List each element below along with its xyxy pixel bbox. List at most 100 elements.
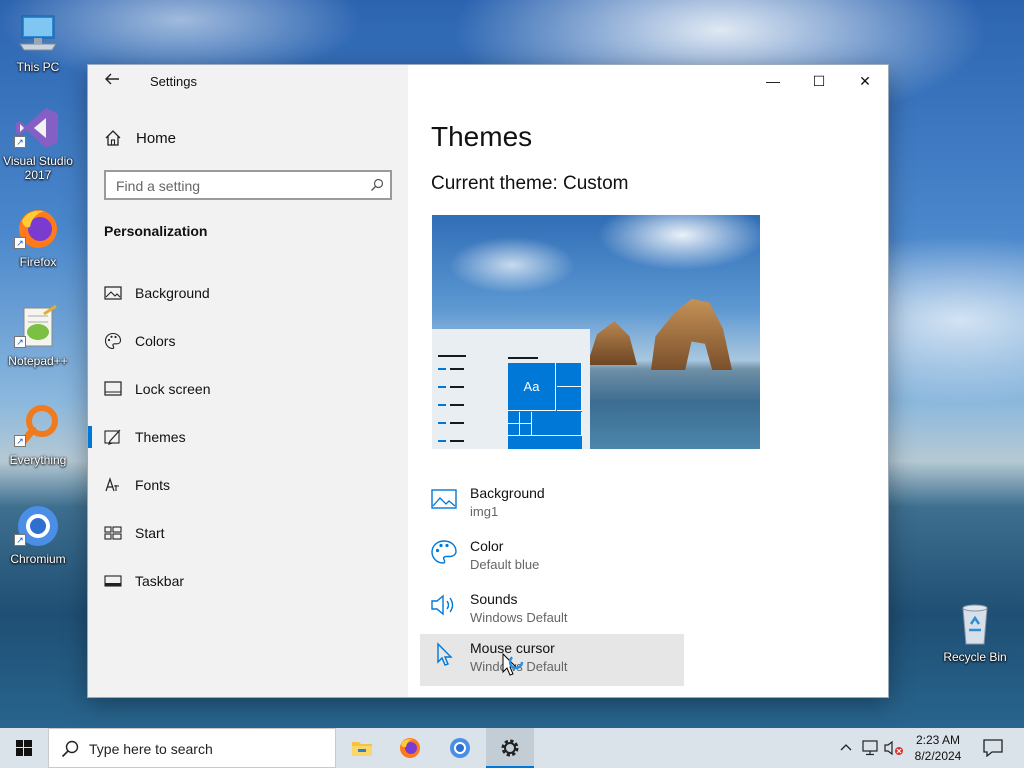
desktop-icon-chromium[interactable]: ↗ Chromium (0, 502, 76, 566)
option-value: img1 (470, 504, 499, 519)
sidebar-item-taskbar[interactable]: Taskbar (88, 557, 408, 605)
taskbar-search-placeholder: Type here to search (89, 741, 213, 757)
option-title: Sounds (470, 591, 518, 607)
mouse-pointer-busy-icon (502, 653, 524, 676)
notification-icon (983, 739, 1003, 757)
search-placeholder: Find a setting (116, 178, 201, 194)
sidebar-item-fonts[interactable]: Fonts (88, 461, 408, 509)
network-icon (862, 740, 878, 756)
file-explorer-icon (352, 742, 372, 756)
main-pane: — ☐ ✕ Themes Current theme: Custom Aa Ba… (408, 65, 888, 697)
desktop-icon-label: Firefox (19, 255, 57, 269)
desktop-icon-firefox[interactable]: ↗ Firefox (0, 205, 76, 269)
current-theme-heading: Current theme: Custom (431, 173, 629, 194)
sidebar-item-lock-screen[interactable]: Lock screen (88, 365, 408, 413)
option-title: Background (470, 485, 545, 501)
sidebar-item-themes[interactable]: Themes (88, 413, 408, 461)
option-value: Windows Default (470, 610, 568, 625)
sidebar-home[interactable]: Home (104, 129, 176, 147)
sidebar-item-label: Fonts (135, 477, 171, 493)
sidebar-item-colors[interactable]: Colors (88, 317, 408, 365)
brush-icon (104, 429, 121, 445)
home-label: Home (136, 129, 177, 147)
theme-option-color[interactable]: Color Default blue (420, 532, 684, 584)
taskbar-search-box[interactable]: Type here to search (48, 728, 336, 768)
desktop-icon-label: Visual Studio 2017 (3, 154, 73, 182)
shortcut-arrow-icon: ↗ (14, 534, 26, 546)
taskbar-file-explorer[interactable] (338, 728, 386, 768)
window-title: Settings (150, 74, 197, 89)
preview-window-mock: Aa (432, 329, 590, 449)
lock-screen-icon (104, 381, 122, 396)
clock-time: 2:23 AM (915, 733, 961, 747)
picture-icon (431, 489, 457, 509)
palette-icon (104, 332, 122, 350)
recycle-bin-icon (962, 604, 988, 645)
desktop-icon-label: Everything (9, 453, 67, 467)
desktop-icon-label: Chromium (10, 552, 66, 566)
desktop-icon-everything[interactable]: ↗ Everything (0, 403, 76, 467)
option-value: Default blue (470, 557, 540, 572)
tray-show-hidden[interactable] (836, 728, 856, 768)
search-icon (61, 740, 79, 758)
sidebar-item-start[interactable]: Start (88, 509, 408, 557)
theme-option-sounds[interactable]: Sounds Windows Default (420, 585, 684, 637)
taskbar-settings[interactable] (486, 728, 534, 768)
sidebar: Settings Home Find a setting Personaliza… (88, 65, 408, 697)
sidebar-item-label: Colors (135, 333, 176, 349)
sidebar-item-label: Lock screen (135, 381, 211, 397)
option-title: Color (470, 538, 504, 554)
taskbar: Type here to search 2:23 AM 8/2/2024 (0, 728, 1024, 768)
chromium-icon (450, 738, 470, 758)
preview-tiles: Aa (508, 363, 582, 449)
picture-icon (104, 286, 122, 300)
start-icon (104, 526, 122, 540)
palette-icon (431, 540, 457, 564)
chevron-up-icon (840, 744, 852, 751)
preview-start-header (508, 357, 538, 359)
shortcut-arrow-icon: ↗ (14, 336, 26, 348)
preview-tile-text: Aa (508, 363, 556, 411)
sidebar-item-label: Taskbar (135, 573, 185, 589)
shortcut-arrow-icon: ↗ (14, 237, 26, 249)
desktop-icon-recycle-bin[interactable]: Recycle Bin (937, 600, 1013, 664)
desktop-icon-label: Recycle Bin (943, 650, 1007, 664)
desktop-icon-this-pc[interactable]: This PC (0, 10, 76, 74)
close-button[interactable]: ✕ (842, 65, 888, 97)
sidebar-item-background[interactable]: Background (88, 269, 408, 317)
preview-start-list (438, 355, 468, 449)
tray-network[interactable] (860, 728, 882, 768)
taskbar-clock[interactable]: 2:23 AM 8/2/2024 (904, 732, 972, 764)
start-button[interactable] (0, 728, 48, 768)
find-setting-input[interactable]: Find a setting (104, 170, 392, 200)
theme-option-mouse-cursor[interactable]: Mouse cursor Windows Default (420, 634, 684, 686)
search-icon (371, 178, 384, 191)
sidebar-nav: Background Colors Lock screen Themes Fon… (88, 269, 408, 605)
cursor-icon (437, 642, 453, 666)
home-icon (105, 130, 121, 146)
taskbar-chromium[interactable] (436, 728, 484, 768)
back-arrow-icon (105, 73, 119, 85)
sidebar-item-label: Start (135, 525, 165, 541)
maximize-button[interactable]: ☐ (796, 65, 842, 97)
desktop-icon-notepad-plus-plus[interactable]: ↗ Notepad++ (0, 304, 76, 368)
taskbar-firefox[interactable] (386, 728, 434, 768)
clock-date: 8/2/2024 (914, 749, 962, 763)
action-center-button[interactable] (978, 728, 1008, 768)
sidebar-item-label: Background (135, 285, 210, 301)
computer-icon (19, 15, 57, 51)
page-title: Themes (431, 121, 533, 152)
theme-option-background[interactable]: Background img1 (420, 479, 684, 531)
tray-volume[interactable] (882, 728, 904, 768)
fonts-icon (105, 477, 119, 492)
sidebar-item-label: Themes (135, 429, 186, 445)
taskbar-icon (104, 575, 122, 587)
back-button[interactable] (102, 71, 122, 91)
desktop-icon-visual-studio[interactable]: ↗ Visual Studio 2017 (0, 104, 76, 182)
desktop-icon-label: Notepad++ (8, 354, 68, 368)
speaker-icon (431, 594, 454, 616)
settings-window: Settings Home Find a setting Personaliza… (88, 65, 888, 697)
minimize-button[interactable]: — (750, 65, 796, 97)
windows-logo-icon (16, 740, 32, 756)
shortcut-arrow-icon: ↗ (14, 435, 26, 447)
